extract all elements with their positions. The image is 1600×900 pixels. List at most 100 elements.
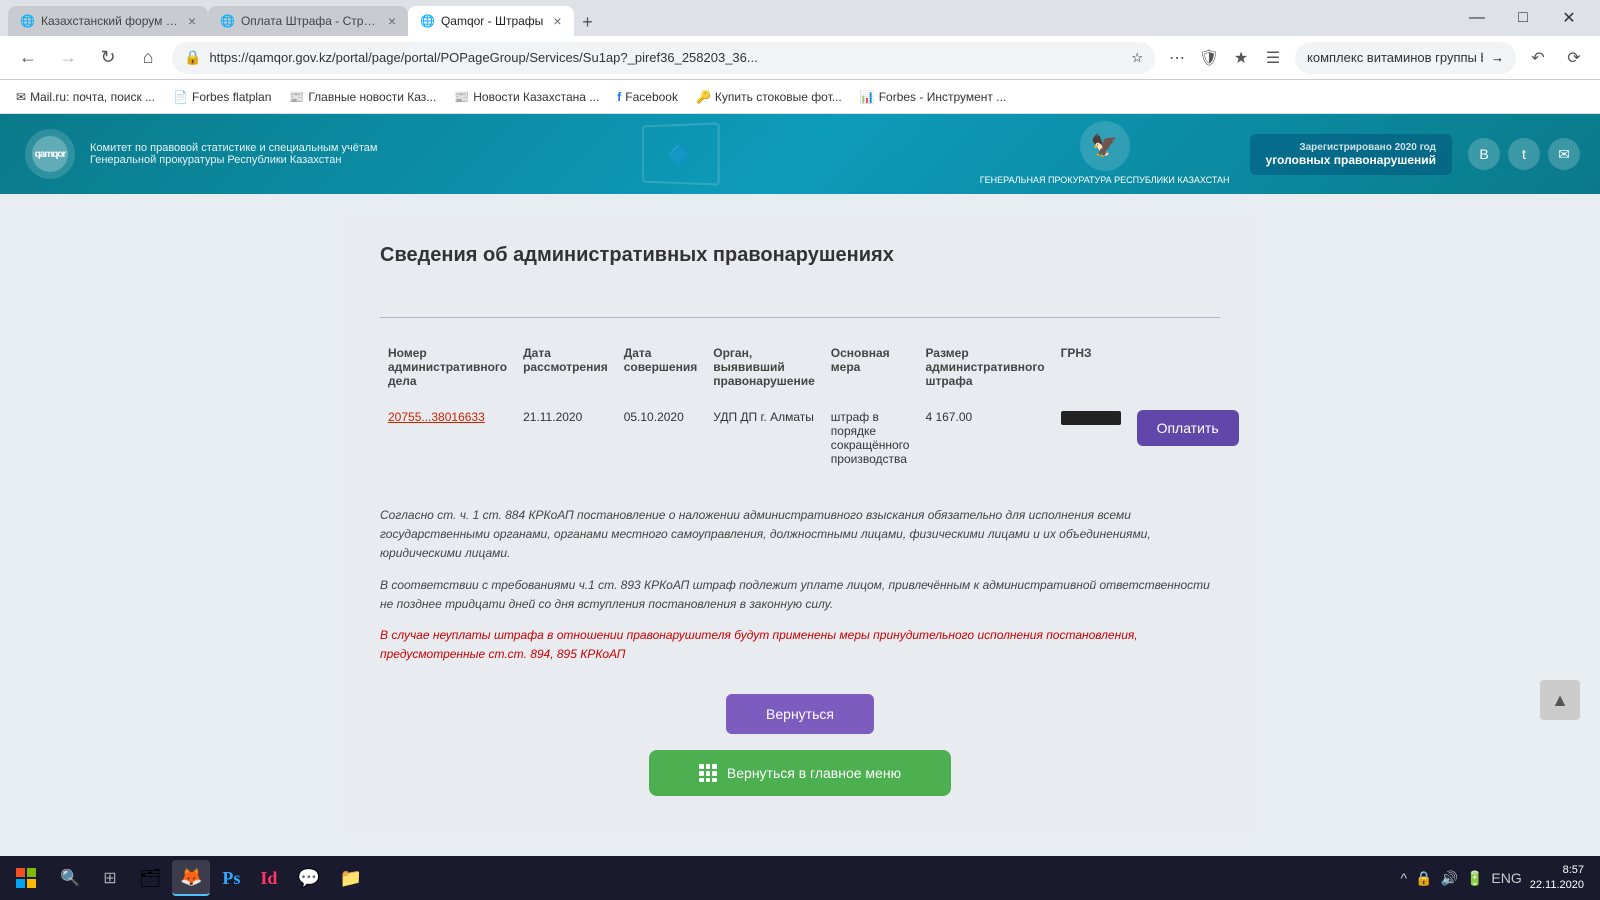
taskbar-fileexplorer-button[interactable]: 🗂: [132, 860, 168, 896]
window-close-button[interactable]: ✕: [1546, 2, 1592, 34]
bookmark-forbes-flatplan-icon: 📄: [173, 90, 188, 104]
security-icon: 🔒: [184, 49, 201, 66]
bookmark-news2[interactable]: 📰 Новости Казахстана ...: [446, 86, 607, 108]
bookmark-news2-label: Новости Казахстана ...: [473, 90, 599, 104]
page-content: qamqor Комитет по правовой статистике и …: [0, 114, 1600, 856]
taskbar-start-button[interactable]: [8, 860, 44, 896]
bookmark-forbes2-icon: 📊: [860, 90, 875, 104]
legal-text-1: Согласно ст. ч. 1 ст. 884 КРКоАП постано…: [380, 506, 1220, 564]
tab-3-close[interactable]: ×: [553, 13, 561, 29]
bookmark-facebook-label: Facebook: [625, 90, 678, 104]
tab-1-close[interactable]: ×: [188, 13, 196, 29]
windows-icon: [16, 868, 36, 888]
tray-show-hidden[interactable]: ^: [1401, 870, 1408, 886]
indesign-icon: Id: [260, 868, 277, 889]
forward-nav-button[interactable]: →: [52, 42, 84, 74]
tab-2[interactable]: 🌐 Оплата Штрафа - Страница ... ×: [208, 6, 408, 36]
reader-mode-button[interactable]: ☰: [1259, 44, 1287, 72]
reload-button[interactable]: ↻: [92, 42, 124, 74]
date-review-cell: 21.11.2020: [515, 400, 616, 476]
taskbar-explorer2-button[interactable]: 📁: [332, 860, 370, 896]
address-input[interactable]: [209, 50, 1123, 65]
case-number-link[interactable]: 20755...38016633: [388, 410, 485, 424]
date-commit-cell: 05.10.2020: [616, 400, 706, 476]
header-subtitle: Комитет по правовой статистике и специал…: [90, 142, 378, 166]
bookmark-photo-icon: 🔑: [696, 90, 711, 104]
header-icons: В t ✉: [1468, 138, 1580, 170]
bookmark-facebook-icon: f: [617, 90, 621, 104]
home-button[interactable]: ⌂: [132, 42, 164, 74]
bookmark-photo[interactable]: 🔑 Купить стоковые фот...: [688, 86, 850, 108]
sync-button[interactable]: ⟳: [1560, 44, 1588, 72]
tray-network-icon[interactable]: 🔒: [1415, 870, 1432, 887]
tab-3[interactable]: 🌐 Qamqor - Штрафы ×: [408, 6, 574, 36]
col-header-grnz: ГРНЗ: [1053, 338, 1129, 400]
tray-battery-icon[interactable]: 🔋: [1466, 870, 1483, 887]
photoshop-icon: Ps: [222, 868, 240, 889]
tray-volume-icon[interactable]: 🔊: [1441, 870, 1458, 887]
bookmark-mail-label: Mail.ru: почта, поиск ...: [30, 90, 155, 104]
extensions-button[interactable]: ⋯: [1163, 44, 1191, 72]
taskbar-firefox-button[interactable]: 🦊: [172, 860, 210, 896]
window-minimize-button[interactable]: —: [1454, 2, 1500, 34]
tab-2-label: Оплата Штрафа - Страница ...: [241, 14, 378, 28]
taskbar-photoshop-button[interactable]: Ps: [214, 860, 248, 896]
search-input[interactable]: [1307, 50, 1483, 65]
star-button[interactable]: ★: [1227, 44, 1255, 72]
bookmark-forbes2[interactable]: 📊 Forbes - Инструмент ...: [852, 86, 1015, 108]
taskbar-skype-button[interactable]: 💬: [289, 860, 327, 896]
scroll-top-button[interactable]: ▲: [1540, 680, 1580, 720]
header-social-twitter[interactable]: t: [1508, 138, 1540, 170]
search-bar[interactable]: →: [1295, 42, 1516, 74]
taskbar-clock[interactable]: 8:57 22.11.2020: [1530, 863, 1584, 894]
fileexplorer-icon: 🗂: [139, 868, 162, 889]
tab-2-icon: 🌐: [220, 14, 235, 28]
legal-section: Согласно ст. ч. 1 ст. 884 КРКоАП постано…: [380, 506, 1220, 664]
tab-1[interactable]: 🌐 Казахстанский форум «Все Б... ×: [8, 6, 208, 36]
header-emblem: 🦅 ГЕНЕРАЛЬНАЯ ПРОКУРАТУРА РЕСПУБЛИКИ КАЗ…: [980, 121, 1230, 187]
tab-2-close[interactable]: ×: [388, 13, 396, 29]
pay-btn-cell: Оплатить: [1129, 400, 1247, 476]
taskbar-search-button[interactable]: 🔍: [52, 860, 88, 896]
tab-1-icon: 🌐: [20, 14, 35, 28]
main-wrapper: Сведения об административных правонаруше…: [0, 194, 1600, 856]
bookmark-news1[interactable]: 📰 Главные новости Каз...: [281, 86, 444, 108]
tabs-bar: 🌐 Казахстанский форум «Все Б... × 🌐 Опла…: [8, 0, 1454, 36]
address-bar: ← → ↻ ⌂ 🔒 ☆ ⋯ 🛡 ★ ☰ → ↶ ⟳: [0, 36, 1600, 80]
bookmark-mail-icon: ✉: [16, 90, 26, 104]
window-maximize-button[interactable]: □: [1500, 2, 1546, 34]
measure-cell: штраф в порядке сокращённого производств…: [823, 400, 918, 476]
skype-icon: 💬: [297, 868, 319, 889]
back-nav-button[interactable]: ←: [12, 42, 44, 74]
shield-button[interactable]: 🛡: [1195, 44, 1223, 72]
table-row: 20755...38016633 21.11.2020 05.10.2020 У…: [380, 400, 1247, 476]
tray-lang[interactable]: ENG: [1491, 870, 1521, 886]
pay-button[interactable]: Оплатить: [1137, 410, 1239, 446]
address-input-wrap[interactable]: 🔒 ☆: [172, 42, 1155, 74]
taskbar: 🔍 ⊞ 🗂 🦊 Ps Id 💬 📁 ^ 🔒 🔊 🔋 ENG 8:57 22.11…: [0, 856, 1600, 900]
bookmark-mail[interactable]: ✉ Mail.ru: почта, поиск ...: [8, 86, 163, 108]
taskbar-indesign-button[interactable]: Id: [252, 860, 285, 896]
bookmark-star-icon[interactable]: ☆: [1131, 50, 1143, 66]
back-button[interactable]: Вернуться: [726, 694, 874, 734]
col-header-case: Номер административного дела: [380, 338, 515, 400]
header-social-vk[interactable]: В: [1468, 138, 1500, 170]
bookmark-facebook[interactable]: f Facebook: [609, 86, 686, 108]
main-menu-button[interactable]: Вернуться в главное меню: [649, 750, 951, 796]
tab-3-label: Qamqor - Штрафы: [441, 14, 543, 28]
grnz-redacted: [1061, 411, 1121, 425]
clock-time: 8:57: [1530, 863, 1584, 878]
header-social-mail[interactable]: ✉: [1548, 138, 1580, 170]
grnz-cell: [1053, 400, 1129, 476]
bookmark-photo-label: Купить стоковые фот...: [715, 90, 842, 104]
new-tab-button[interactable]: +: [574, 8, 602, 36]
content-card: Сведения об административных правонаруше…: [340, 214, 1260, 836]
history-button[interactable]: ↶: [1524, 44, 1552, 72]
taskbar-tray: ^ 🔒 🔊 🔋 ENG 8:57 22.11.2020: [1401, 863, 1592, 894]
taskbar-taskview-button[interactable]: ⊞: [92, 860, 128, 896]
organ-cell: УДП ДП г. Алматы: [705, 400, 823, 476]
search-arrow-icon[interactable]: →: [1491, 50, 1504, 65]
bookmark-forbes-flatplan[interactable]: 📄 Forbes flatplan: [165, 86, 279, 108]
col-header-date-commit: Дата совершения: [616, 338, 706, 400]
violations-table: Номер административного дела Дата рассмо…: [380, 338, 1247, 476]
